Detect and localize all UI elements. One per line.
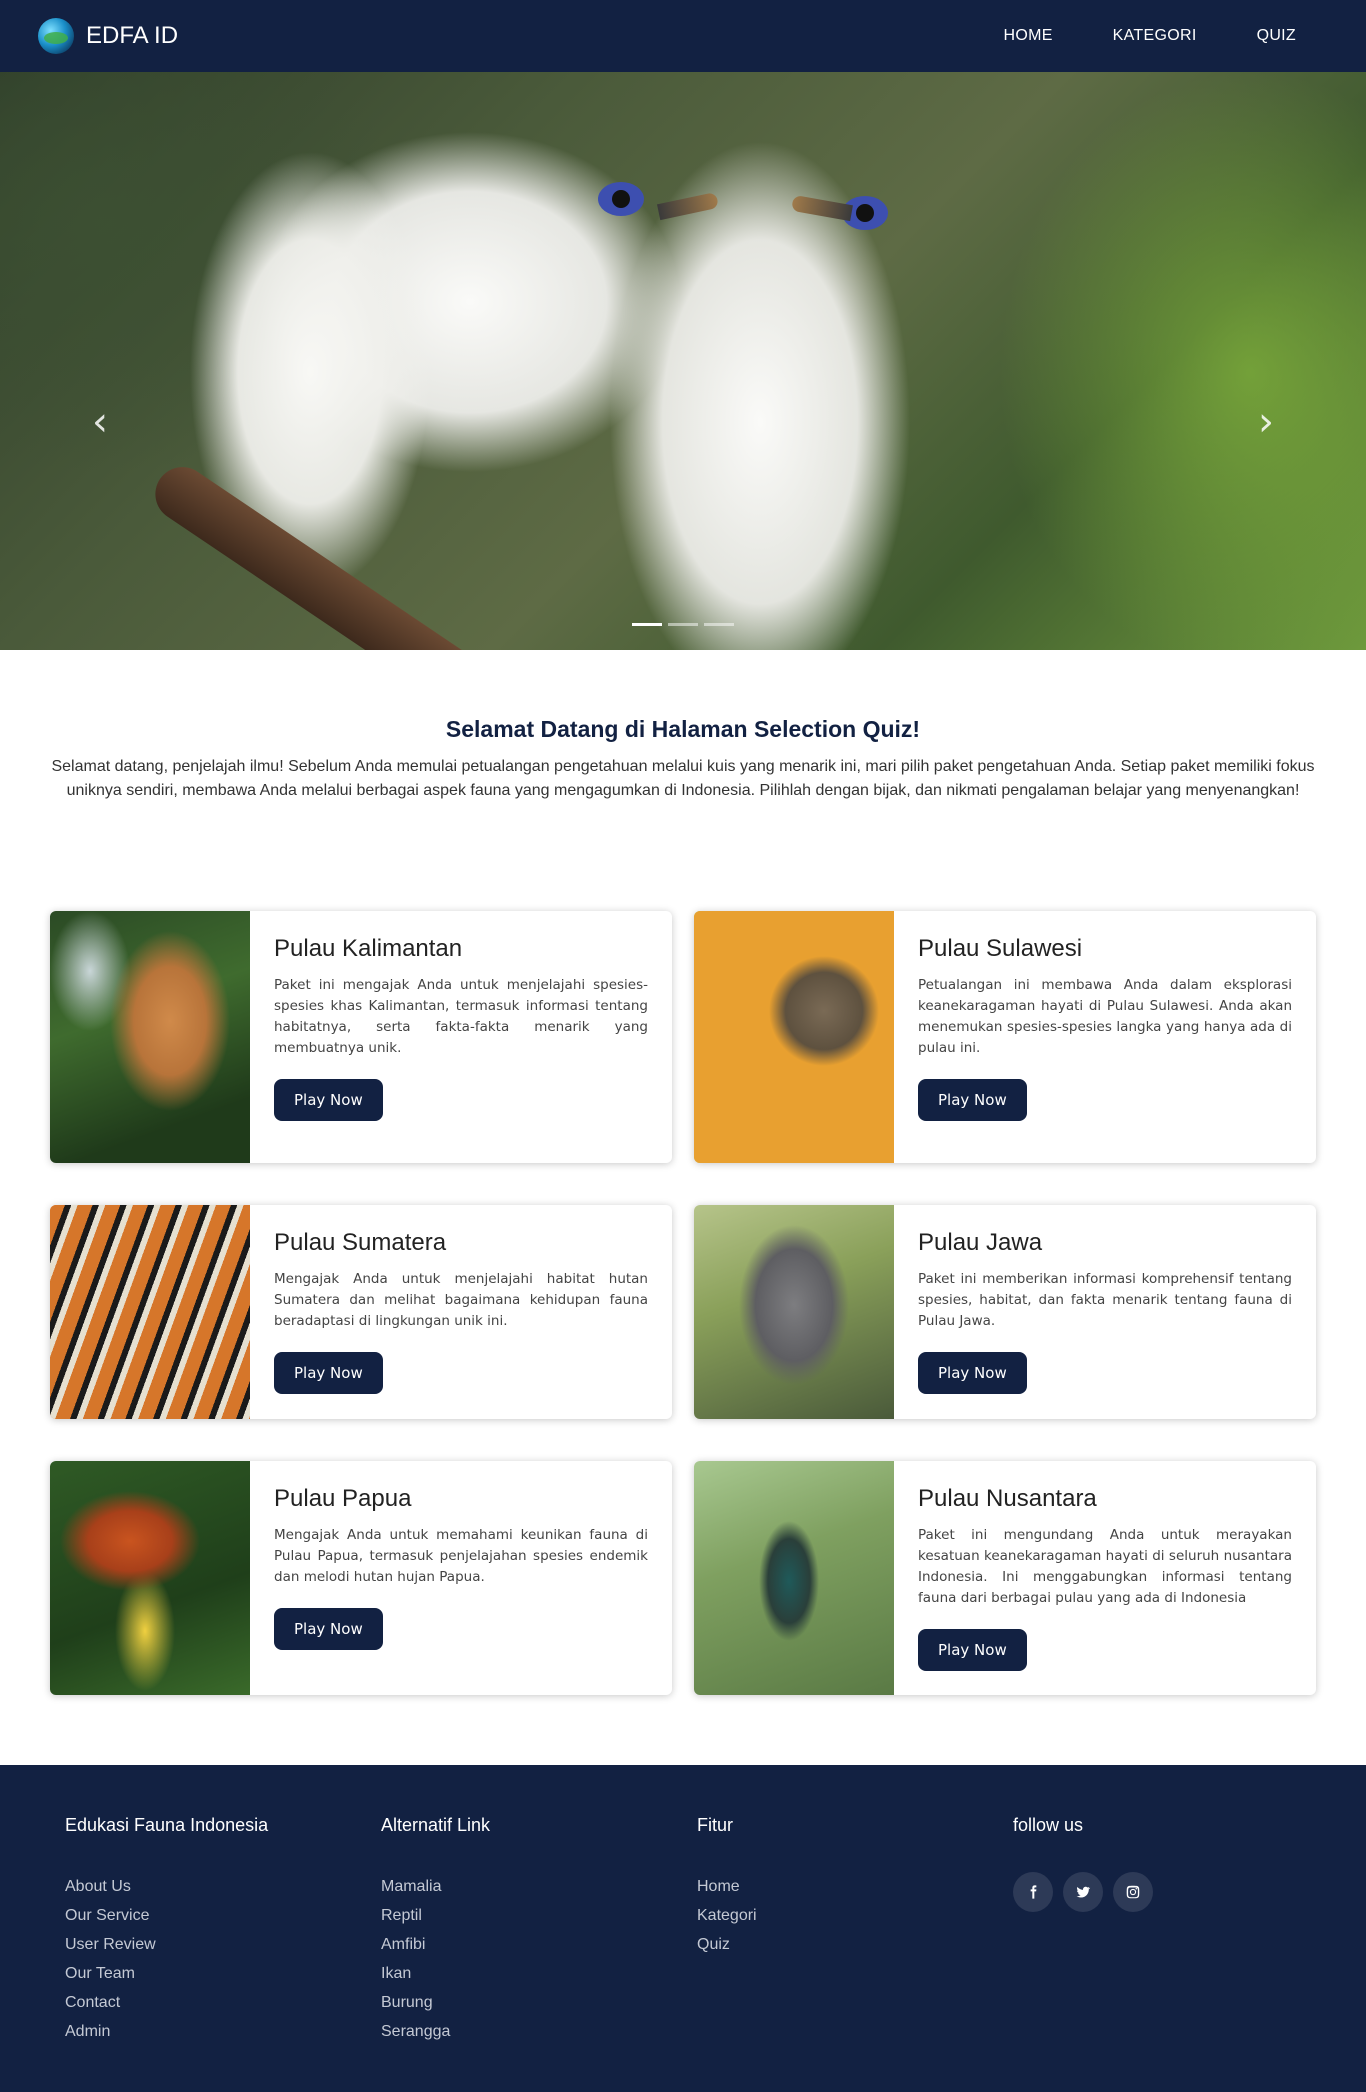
footer-link-mamalia[interactable]: Mamalia: [381, 1872, 697, 1901]
quiz-card-kalimantan: Pulau Kalimantan Paket ini mengajak Anda…: [50, 911, 672, 1163]
quiz-card-papua: Pulau Papua Mengajak Anda untuk memahami…: [50, 1461, 672, 1695]
footer-link-ikan[interactable]: Ikan: [381, 1959, 697, 1988]
card-cell: Pulau Nusantara Paket ini mengundang And…: [694, 1461, 1316, 1695]
card-title: Pulau Sulawesi: [918, 935, 1083, 962]
footer-link-user-review[interactable]: User Review: [65, 1930, 381, 1959]
card-title: Pulau Papua: [274, 1485, 412, 1512]
card-cell: Pulau Papua Mengajak Anda untuk memahami…: [50, 1461, 672, 1695]
card-text: Paket ini mengajak Anda untuk menjelajah…: [274, 977, 648, 1056]
instagram-button[interactable]: [1113, 1872, 1153, 1912]
card-body: Pulau Nusantara Paket ini mengundang And…: [894, 1461, 1316, 1695]
branch-shape: [144, 456, 640, 650]
footer-link-our-service[interactable]: Our Service: [65, 1901, 381, 1930]
nav-link-kategori[interactable]: KATEGORI: [1083, 27, 1227, 45]
quiz-card-nusantara: Pulau Nusantara Paket ini mengundang And…: [694, 1461, 1316, 1695]
card-text: Mengajak Anda untuk menjelajahi habitat …: [274, 1271, 648, 1329]
nav-link-home[interactable]: HOME: [973, 27, 1082, 45]
card-title: Pulau Nusantara: [918, 1485, 1097, 1512]
footer-column-follow: follow us: [1013, 1815, 1329, 2052]
card-title: Pulau Kalimantan: [274, 935, 463, 962]
card-text: Paket ini mengundang Anda untuk merayaka…: [918, 1527, 1292, 1606]
card-image-tiger: [50, 1205, 250, 1419]
footer-link-contact[interactable]: Contact: [65, 1988, 381, 2017]
card-image-bird-of-paradise: [50, 1461, 250, 1695]
instagram-icon: [1126, 1885, 1140, 1899]
card-text: Mengajak Anda untuk memahami keunikan fa…: [274, 1527, 648, 1585]
play-now-button[interactable]: Play Now: [918, 1079, 1027, 1121]
brand[interactable]: EDFA ID: [38, 18, 178, 54]
play-now-button[interactable]: Play Now: [918, 1352, 1027, 1394]
carousel-indicator-3[interactable]: [704, 623, 734, 626]
play-now-button[interactable]: Play Now: [918, 1629, 1027, 1671]
quiz-card-sumatera: Pulau Sumatera Mengajak Anda untuk menje…: [50, 1205, 672, 1419]
footer-heading: follow us: [1013, 1815, 1084, 1835]
card-text: Petualangan ini membawa Anda dalam ekspl…: [918, 977, 1292, 1056]
footer: Edukasi Fauna Indonesia About Us Our Ser…: [0, 1765, 1366, 2092]
card-cell: Pulau Sumatera Mengajak Anda untuk menje…: [50, 1205, 672, 1419]
page-title: Selamat Datang di Halaman Selection Quiz…: [445, 716, 921, 742]
chevron-right-icon[interactable]: ›: [1258, 402, 1274, 442]
card-image-tarsier: [694, 911, 894, 1163]
footer-heading: Edukasi Fauna Indonesia: [65, 1815, 269, 1835]
footer-column-alternatif: Alternatif Link Mamalia Reptil Amfibi Ik…: [381, 1815, 697, 2052]
card-body: Pulau Sulawesi Petualangan ini membawa A…: [894, 911, 1316, 1163]
brand-name: EDFA ID: [86, 22, 179, 49]
card-cell: Pulau Jawa Paket ini memberikan informas…: [694, 1205, 1316, 1419]
quiz-card-jawa: Pulau Jawa Paket ini memberikan informas…: [694, 1205, 1316, 1419]
intro-section: Selamat Datang di Halaman Selection Quiz…: [0, 650, 1366, 863]
footer-link-about-us[interactable]: About Us: [65, 1872, 381, 1901]
card-image-bird: [694, 1461, 894, 1695]
footer-link-reptil[interactable]: Reptil: [381, 1901, 697, 1930]
card-image-proboscis-monkey: [50, 911, 250, 1163]
facebook-button[interactable]: [1013, 1872, 1053, 1912]
social-links: [1013, 1872, 1329, 1912]
card-body: Pulau Jawa Paket ini memberikan informas…: [894, 1205, 1316, 1419]
twitter-icon: [1076, 1886, 1091, 1898]
carousel-indicator-1[interactable]: [632, 623, 662, 626]
card-cell: Pulau Kalimantan Paket ini mengajak Anda…: [50, 911, 672, 1163]
card-body: Pulau Kalimantan Paket ini mengajak Anda…: [250, 911, 672, 1163]
hero-carousel: ‹ ›: [0, 72, 1366, 650]
bird-eye-left: [598, 182, 644, 216]
globe-logo-icon: [38, 18, 74, 54]
play-now-button[interactable]: Play Now: [274, 1079, 383, 1121]
footer-column-fitur: Fitur Home Kategori Quiz: [697, 1815, 1013, 2052]
bird-beak-right: [791, 194, 853, 222]
card-body: Pulau Papua Mengajak Anda untuk memahami…: [250, 1461, 672, 1695]
quiz-card-sulawesi: Pulau Sulawesi Petualangan ini membawa A…: [694, 911, 1316, 1163]
play-now-button[interactable]: Play Now: [274, 1608, 383, 1650]
carousel-indicator-2[interactable]: [668, 623, 698, 626]
chevron-left-icon[interactable]: ‹: [92, 402, 108, 442]
card-title: Pulau Jawa: [918, 1229, 1043, 1256]
facebook-icon: [1030, 1885, 1037, 1899]
footer-column-edukasi: Edukasi Fauna Indonesia About Us Our Ser…: [65, 1815, 381, 2052]
card-image-langur: [694, 1205, 894, 1419]
quiz-card-grid: Pulau Kalimantan Paket ini mengajak Anda…: [0, 863, 1366, 1765]
footer-link-burung[interactable]: Burung: [381, 1988, 697, 2017]
play-now-button[interactable]: Play Now: [274, 1352, 383, 1394]
card-cell: Pulau Sulawesi Petualangan ini membawa A…: [694, 911, 1316, 1163]
footer-link-home[interactable]: Home: [697, 1872, 1013, 1901]
bird-beak-left: [656, 191, 720, 221]
card-text: Paket ini memberikan informasi komprehen…: [918, 1271, 1292, 1329]
carousel-indicators: [632, 623, 734, 626]
footer-link-admin[interactable]: Admin: [65, 2017, 381, 2046]
footer-link-our-team[interactable]: Our Team: [65, 1959, 381, 1988]
footer-link-amfibi[interactable]: Amfibi: [381, 1930, 697, 1959]
card-body: Pulau Sumatera Mengajak Anda untuk menje…: [250, 1205, 672, 1419]
footer-link-quiz[interactable]: Quiz: [697, 1930, 1013, 1959]
nav-links: HOME KATEGORI QUIZ: [973, 27, 1326, 45]
card-title: Pulau Sumatera: [274, 1229, 447, 1256]
twitter-button[interactable]: [1063, 1872, 1103, 1912]
footer-link-serangga[interactable]: Serangga: [381, 2017, 697, 2046]
footer-heading: Fitur: [697, 1815, 733, 1835]
intro-text: Selamat datang, penjelajah ilmu! Sebelum…: [51, 758, 1315, 799]
navbar: EDFA ID HOME KATEGORI QUIZ: [0, 0, 1366, 72]
nav-link-quiz[interactable]: QUIZ: [1227, 27, 1326, 45]
footer-link-kategori[interactable]: Kategori: [697, 1901, 1013, 1930]
footer-heading: Alternatif Link: [381, 1815, 491, 1835]
